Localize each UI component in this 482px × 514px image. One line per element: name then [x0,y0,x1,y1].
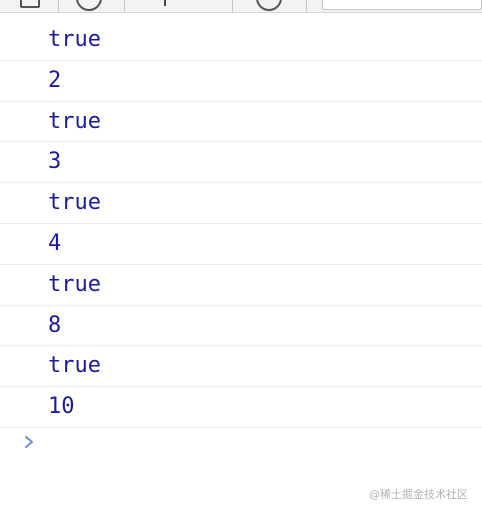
console-row: 3 [0,142,482,184]
console-value: true [48,108,101,134]
toolbar-divider [124,0,125,12]
console-value: true [48,190,101,216]
console-value: true [48,353,101,379]
console-output: true 2 true 3 true 4 true 8 true 10 [0,20,482,428]
toolbar-divider [306,0,307,12]
console-row: true [0,265,482,306]
console-value: true [48,27,101,52]
console-value: 8 [48,312,62,338]
console-row: true [0,20,482,61]
console-toolbar [0,0,482,13]
console-value: 4 [48,230,62,256]
console-value: 3 [48,149,62,175]
console-value: 2 [48,67,62,93]
live-expression-icon[interactable] [256,0,282,11]
toolbar-divider [58,0,59,12]
console-row: true [0,346,482,388]
console-value: 10 [48,394,75,420]
watermark: @稀土掘金技术社区 [369,488,468,501]
filter-input[interactable] [322,0,482,10]
console-row: 8 [0,306,482,347]
console-row: true [0,183,482,224]
toolbar-divider [232,0,233,12]
console-row: 2 [0,61,482,102]
console-row: 4 [0,224,482,265]
console-value: true [48,271,101,297]
clear-console-icon[interactable] [76,0,102,11]
chevron-right-icon[interactable] [22,432,36,452]
console-row: true [0,102,482,143]
sidebar-toggle-icon[interactable] [20,0,40,8]
console-row: 10 [0,387,482,428]
context-selector[interactable] [164,0,166,6]
